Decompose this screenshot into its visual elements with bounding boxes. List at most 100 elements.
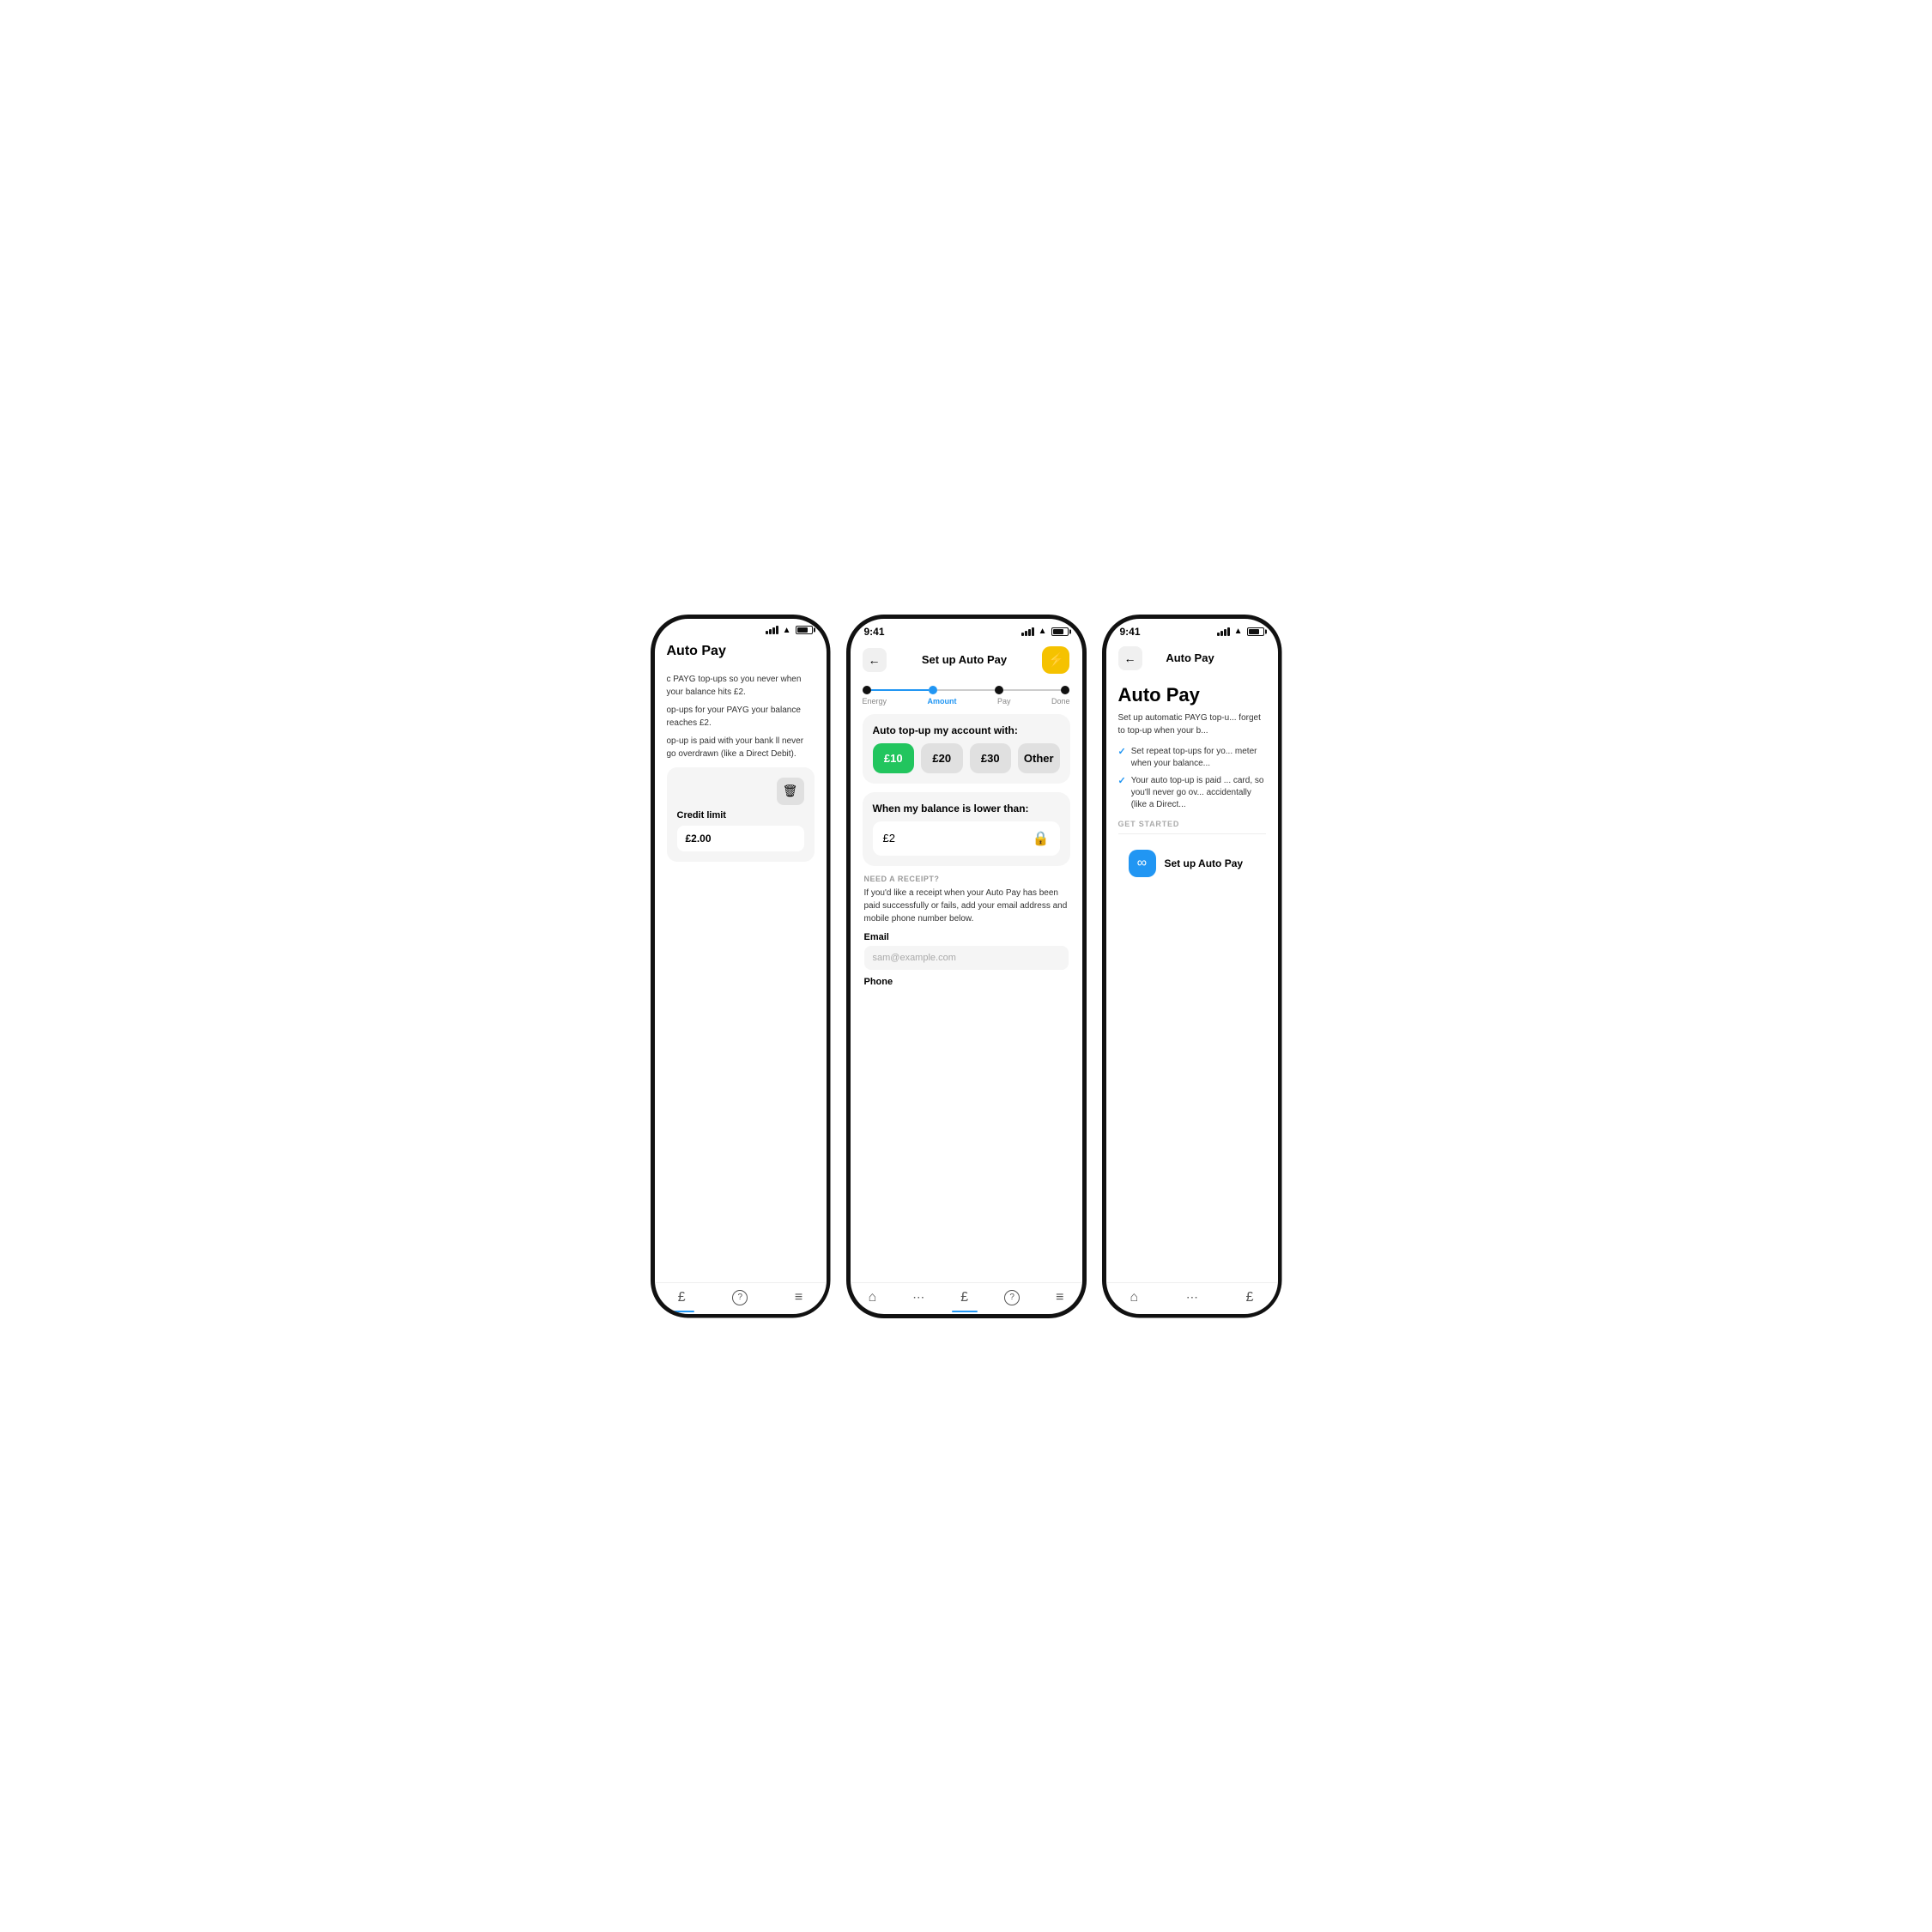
lock-icon: 🔒 — [1033, 830, 1050, 847]
right-wifi-icon: ▲ — [1234, 627, 1243, 636]
left-app-header: Auto Pay — [655, 639, 827, 664]
infinity-icon: ∞ — [1137, 856, 1147, 871]
left-phone: ▲ Auto Pay c PAYG top-ups so you never w… — [651, 615, 831, 1318]
right-back-icon: ← — [1124, 651, 1136, 665]
right-back-button[interactable]: ← — [1118, 646, 1142, 670]
step-dot-energy — [863, 686, 871, 694]
amount-btn-20[interactable]: £20 — [921, 743, 963, 773]
balance-input-row: £2 🔒 — [873, 821, 1060, 856]
left-status-bar: ▲ — [655, 619, 827, 639]
phone-field-group: Phone — [864, 977, 1069, 987]
center-nav-home[interactable]: ⌂ — [869, 1290, 877, 1305]
center-status-icons: ▲ — [1021, 627, 1069, 636]
step-dot-done — [1061, 686, 1069, 694]
setup-btn-text: Set up Auto Pay — [1165, 857, 1244, 869]
right-phone: 9:41 ▲ ← Auto Pay Auto P — [1102, 615, 1282, 1318]
center-battery-icon — [1051, 627, 1069, 636]
step-label-amount: Amount — [928, 697, 957, 706]
credit-limit-value: £2.00 — [677, 826, 804, 851]
step-dot-amount — [929, 686, 937, 694]
right-app-header: ← Auto Pay — [1106, 641, 1278, 675]
check-icon-2: ✓ — [1118, 775, 1126, 788]
left-nav-menu[interactable]: ≡ — [795, 1290, 802, 1305]
center-bottom-nav: ⌂ ⋯ £ ? ≡ — [851, 1282, 1082, 1314]
right-time: 9:41 — [1120, 626, 1141, 638]
left-signal — [766, 626, 778, 634]
center-time: 9:41 — [864, 626, 885, 638]
right-signal — [1217, 627, 1230, 636]
left-nav-help[interactable]: ? — [732, 1290, 748, 1305]
step-line-1 — [871, 689, 929, 691]
amount-card-title: Auto top-up my account with: — [873, 724, 1060, 736]
left-content: c PAYG top-ups so you never when your ba… — [655, 664, 827, 1282]
right-page-title: Auto Pay — [1118, 684, 1266, 706]
center-stepper: Energy Amount Pay Done — [851, 679, 1082, 706]
receipt-section: NEED A RECEIPT? If you'd like a receipt … — [863, 875, 1070, 994]
left-page-title: Auto Pay — [667, 644, 726, 659]
balance-value: £2 — [883, 832, 895, 845]
center-header-title: Set up Auto Pay — [922, 653, 1007, 666]
step-label-energy: Energy — [863, 697, 887, 706]
center-nav-help-icon: ? — [1004, 1290, 1020, 1305]
right-nav-home-icon: ⌂ — [1130, 1290, 1138, 1305]
left-nav-help-icon: ? — [732, 1290, 748, 1305]
right-bottom-nav: ⌂ ⋯ £ — [1106, 1282, 1278, 1314]
right-desc: Set up automatic PAYG top-u... forget to… — [1118, 712, 1266, 737]
step-label-done: Done — [1051, 697, 1070, 706]
left-status-icons: ▲ — [766, 626, 813, 635]
receipt-label: NEED A RECEIPT? — [864, 875, 1069, 883]
center-nav-menu[interactable]: ≡ — [1056, 1290, 1063, 1305]
center-signal — [1021, 627, 1034, 636]
center-lightning-icon: ⚡ — [1048, 651, 1065, 669]
setup-btn-icon: ∞ — [1129, 850, 1156, 877]
center-nav-activity[interactable]: ⋯ — [912, 1290, 924, 1305]
step-line-3 — [1003, 689, 1061, 691]
right-status-bar: 9:41 ▲ — [1106, 619, 1278, 641]
amount-btn-30[interactable]: £30 — [970, 743, 1012, 773]
center-app-header: ← Set up Auto Pay ⚡ — [851, 641, 1082, 679]
balance-card: When my balance is lower than: £2 🔒 — [863, 792, 1070, 866]
trash-icon: 🗑 — [783, 784, 798, 798]
amount-card: Auto top-up my account with: £10 £20 £30… — [863, 714, 1070, 784]
left-desc3: op-up is paid with your bank ll never go… — [667, 735, 815, 760]
left-nav-billing[interactable]: £ — [678, 1290, 686, 1305]
amount-options: £10 £20 £30 Other — [873, 743, 1060, 773]
right-nav-activity-icon: ⋯ — [1186, 1290, 1198, 1305]
right-content: Auto Pay Set up automatic PAYG top-u... … — [1106, 675, 1278, 1282]
email-input[interactable]: sam@example.com — [864, 946, 1069, 970]
left-desc2: op-ups for your PAYG your balance reache… — [667, 704, 815, 730]
stepper-dots-row — [863, 686, 1070, 694]
right-nav-billing[interactable]: £ — [1246, 1290, 1254, 1305]
right-status-icons: ▲ — [1217, 627, 1264, 636]
center-status-bar: 9:41 ▲ — [851, 619, 1082, 641]
credit-limit-label: Credit limit — [677, 810, 804, 821]
center-lightning-button[interactable]: ⚡ — [1042, 646, 1069, 674]
get-started-label: GET STARTED — [1118, 820, 1266, 828]
center-nav-home-icon: ⌂ — [869, 1290, 877, 1305]
phone-label: Phone — [864, 977, 1069, 987]
right-nav-home[interactable]: ⌂ — [1130, 1290, 1138, 1305]
amount-btn-10[interactable]: £10 — [873, 743, 915, 773]
left-battery-icon — [796, 626, 813, 634]
scene: ▲ Auto Pay c PAYG top-ups so you never w… — [580, 580, 1353, 1353]
check-text-2: Your auto top-up is paid ... card, so yo… — [1131, 775, 1266, 811]
left-wifi-icon: ▲ — [783, 626, 791, 635]
setup-autopay-button[interactable]: ∞ Set up Auto Pay — [1118, 841, 1266, 886]
amount-btn-other[interactable]: Other — [1018, 743, 1060, 773]
receipt-text: If you'd like a receipt when your Auto P… — [864, 887, 1069, 925]
center-nav-billing[interactable]: £ — [960, 1290, 968, 1305]
left-desc1: c PAYG top-ups so you never when your ba… — [667, 673, 815, 699]
check-item-1: ✓ Set repeat top-ups for yo... meter whe… — [1118, 746, 1266, 770]
check-item-2: ✓ Your auto top-up is paid ... card, so … — [1118, 775, 1266, 811]
center-nav-billing-icon: £ — [960, 1290, 968, 1305]
email-field-group: Email sam@example.com — [864, 932, 1069, 970]
balance-card-title: When my balance is lower than: — [873, 802, 1060, 815]
center-nav-help[interactable]: ? — [1004, 1290, 1020, 1305]
right-nav-billing-icon: £ — [1246, 1290, 1254, 1305]
step-line-2 — [937, 689, 995, 691]
trash-button[interactable]: 🗑 — [777, 778, 804, 805]
right-nav-activity[interactable]: ⋯ — [1186, 1290, 1198, 1305]
center-back-button[interactable]: ← — [863, 648, 887, 672]
center-back-icon: ← — [869, 653, 881, 667]
center-wifi-icon: ▲ — [1039, 627, 1047, 636]
